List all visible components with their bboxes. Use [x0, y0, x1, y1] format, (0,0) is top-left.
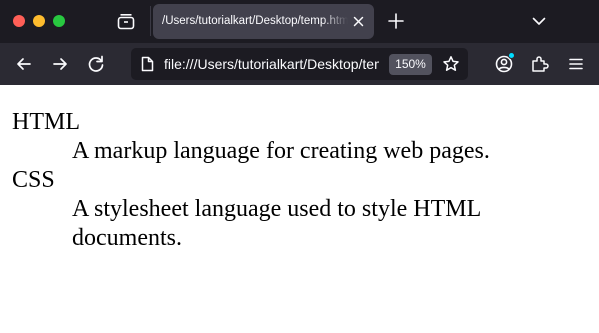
navigation-toolbar: file:///Users/tutorialkart/Desktop/temp.… [0, 43, 599, 85]
address-bar[interactable]: file:///Users/tutorialkart/Desktop/temp.… [131, 48, 468, 80]
zoom-window-button[interactable] [53, 15, 65, 27]
puzzle-icon[interactable] [529, 53, 551, 75]
page-content: HTML A markup language for creating web … [0, 85, 599, 333]
description-html: A markup language for creating web pages… [72, 138, 490, 164]
hamburger-menu-icon[interactable] [565, 53, 587, 75]
tab-title: /Users/tutorialkart/Desktop/temp.html [162, 15, 348, 27]
account-icon[interactable] [493, 52, 515, 75]
plus-icon[interactable] [386, 11, 406, 31]
reload-icon[interactable] [84, 52, 108, 76]
definition-list: HTML A markup language for creating web … [12, 108, 587, 253]
term-html: HTML [12, 109, 80, 135]
star-icon[interactable] [442, 55, 460, 73]
tab-strip: /Users/tutorialkart/Desktop/temp.html [0, 0, 599, 43]
close-window-button[interactable] [13, 15, 25, 27]
zoom-level-button[interactable]: 150% [389, 54, 432, 75]
chevron-down-icon[interactable] [530, 12, 548, 30]
notification-dot [508, 52, 515, 59]
tab-active[interactable]: /Users/tutorialkart/Desktop/temp.html [153, 4, 374, 39]
term-css: CSS [12, 167, 55, 193]
back-arrow-icon[interactable] [12, 52, 36, 76]
tab-list-icon[interactable] [115, 11, 137, 33]
minimize-window-button[interactable] [33, 15, 45, 27]
close-icon[interactable] [351, 14, 366, 29]
url-text[interactable]: file:///Users/tutorialkart/Desktop/temp.… [164, 48, 379, 80]
forward-arrow-icon[interactable] [48, 52, 72, 76]
description-css: A stylesheet language used to style HTML… [72, 196, 481, 251]
tab-separator [150, 6, 151, 36]
page-icon[interactable] [140, 56, 155, 72]
